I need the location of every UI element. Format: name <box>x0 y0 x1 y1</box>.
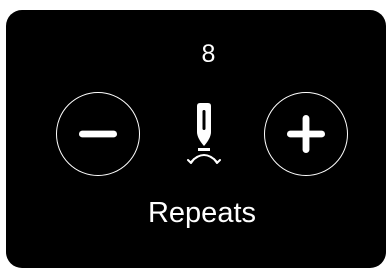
needle-repeat-icon <box>187 103 221 164</box>
repeats-label: Repeats <box>147 197 256 229</box>
repeat-count: 8 <box>201 40 216 68</box>
minus-icon <box>78 130 118 138</box>
repeats-panel: 8 Repeats <box>6 10 386 268</box>
decrease-repeats-button[interactable] <box>56 92 140 176</box>
increase-repeats-button[interactable] <box>264 92 348 176</box>
plus-icon <box>286 114 326 154</box>
